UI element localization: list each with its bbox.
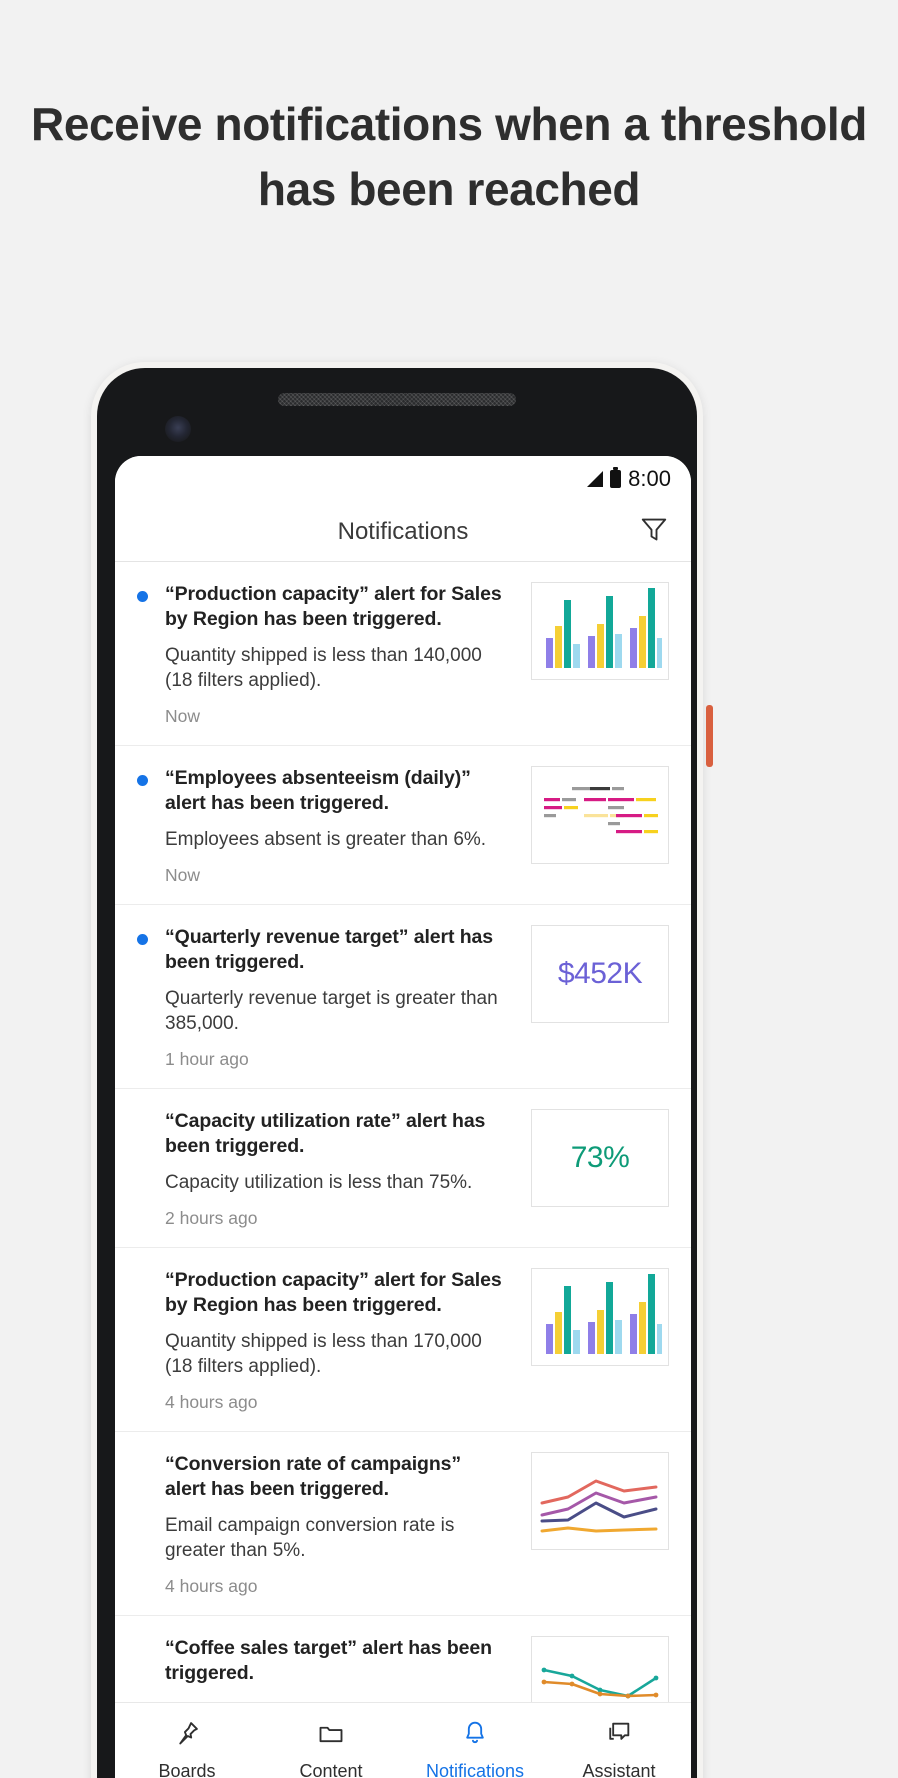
kpi-value: 73% [570, 1141, 630, 1175]
notification-text: “Quarterly revenue target” alert has bee… [165, 925, 521, 1070]
notification-item[interactable]: “Conversion rate of campaigns” alert has… [115, 1432, 691, 1617]
unread-indicator-slot [137, 1452, 155, 1461]
nav-item-label: Content [299, 1761, 363, 1778]
status-time: 8:00 [628, 466, 671, 491]
chat-icon [605, 1719, 633, 1752]
notification-title: “Quarterly revenue target” alert has bee… [165, 926, 494, 973]
notification-item[interactable]: “Capacity utilization rate” alert has be… [115, 1089, 691, 1249]
phone-body: 8:00 Notifications “Production capacity”… [97, 368, 697, 1778]
notification-description: Quarterly revenue target is greater than… [165, 987, 498, 1035]
pin-icon [173, 1719, 201, 1752]
notification-text: “Production capacity” alert for Sales by… [165, 582, 521, 727]
unread-indicator-slot [137, 925, 155, 946]
notification-title: “Capacity utilization rate” alert has be… [165, 1110, 486, 1158]
nav-item-label: Notifications [425, 1761, 525, 1778]
notification-description: Email campaign conversion rate is greate… [165, 1515, 455, 1562]
notification-timestamp: Now [165, 706, 201, 727]
nav-item-boards[interactable]: Boards [115, 1703, 259, 1778]
notification-text: “Production capacity” alert for Sales by… [165, 1268, 521, 1413]
phone-mockup: 8:00 Notifications “Production capacity”… [91, 362, 703, 1778]
kpi-value: $452K [557, 957, 643, 991]
notification-thumbnail-line2[interactable] [531, 1636, 669, 1702]
notification-list[interactable]: “Production capacity” alert for Sales by… [115, 562, 691, 1702]
notification-description: Employees absent is greater than 6%. [165, 828, 487, 850]
notification-item[interactable]: “Quarterly revenue target” alert has bee… [115, 905, 691, 1090]
bottom-navigation[interactable]: Boards Content Notifications Assistant [115, 1702, 691, 1778]
notification-item[interactable]: “Production capacity” alert for Sales by… [115, 562, 691, 747]
notification-timestamp: Now [165, 865, 201, 886]
unread-indicator-slot [137, 582, 155, 602]
phone-side-button [706, 705, 713, 767]
app-title: Notifications [337, 517, 469, 545]
status-bar: 8:00 [115, 456, 691, 502]
nav-item-label: Assistant [582, 1761, 656, 1778]
unread-indicator-slot [137, 766, 155, 787]
unread-indicator-slot [137, 1268, 155, 1277]
earpiece-speaker [278, 393, 516, 406]
page-root: Receive notifications when a threshold h… [0, 0, 898, 1778]
folder-icon [317, 1719, 345, 1752]
unread-indicator-slot [137, 1109, 155, 1118]
signal-icon [587, 471, 604, 487]
notification-thumbnail-kpi[interactable]: 73% [531, 1109, 669, 1208]
app-header: Notifications [115, 502, 691, 562]
notification-timestamp: 1 hour ago [165, 1049, 249, 1070]
notification-text: “Capacity utilization rate” alert has be… [165, 1109, 521, 1229]
notification-description: Quantity shipped is less than 140,000 (1… [165, 644, 482, 691]
filter-icon[interactable] [639, 514, 669, 549]
notification-timestamp: 4 hours ago [165, 1576, 258, 1597]
bell-icon [461, 1719, 489, 1752]
notification-thumbnail-bar[interactable] [531, 1268, 669, 1367]
notification-thumbnail-gantt[interactable] [531, 766, 669, 865]
nav-item-label: Boards [158, 1761, 216, 1778]
notification-thumbnail-kpi[interactable]: $452K [531, 925, 669, 1024]
notification-thumbnail-line[interactable] [531, 1452, 669, 1551]
notification-text: “Employees absenteeism (daily)” alert ha… [165, 766, 521, 886]
notification-description: Capacity utilization is less than 75%. [165, 1172, 473, 1194]
battery-icon [610, 467, 622, 488]
notification-text: “Conversion rate of campaigns” alert has… [165, 1452, 521, 1597]
notification-text: “Coffee sales target” alert has been tri… [165, 1636, 521, 1686]
notification-title: “Employees absenteeism (daily)” alert ha… [165, 767, 471, 815]
nav-item-assistant[interactable]: Assistant [547, 1703, 691, 1778]
notification-thumbnail-bar[interactable] [531, 582, 669, 680]
unread-dot-icon [137, 775, 148, 787]
phone-screen: 8:00 Notifications “Production capacity”… [115, 456, 691, 1778]
notification-title: “Coffee sales target” alert has been tri… [165, 1637, 492, 1685]
nav-item-content[interactable]: Content [259, 1703, 403, 1778]
notification-timestamp: 2 hours ago [165, 1208, 258, 1229]
notification-title: “Production capacity” alert for Sales by… [165, 1269, 502, 1317]
notification-title: “Production capacity” alert for Sales by… [165, 583, 502, 630]
unread-indicator-slot [137, 1636, 155, 1645]
notification-timestamp: 4 hours ago [165, 1392, 258, 1413]
nav-item-notifications[interactable]: Notifications [403, 1703, 547, 1778]
notification-item[interactable]: “Production capacity” alert for Sales by… [115, 1248, 691, 1433]
notification-title: “Conversion rate of campaigns” alert has… [165, 1453, 462, 1501]
notification-item[interactable]: “Employees absenteeism (daily)” alert ha… [115, 746, 691, 906]
notification-description: Quantity shipped is less than 170,000 (1… [165, 1331, 482, 1378]
unread-dot-icon [137, 934, 148, 946]
unread-dot-icon [137, 591, 148, 602]
page-title: Receive notifications when a threshold h… [31, 98, 867, 216]
front-camera-icon [165, 416, 191, 442]
notification-item[interactable]: “Coffee sales target” alert has been tri… [115, 1616, 691, 1702]
